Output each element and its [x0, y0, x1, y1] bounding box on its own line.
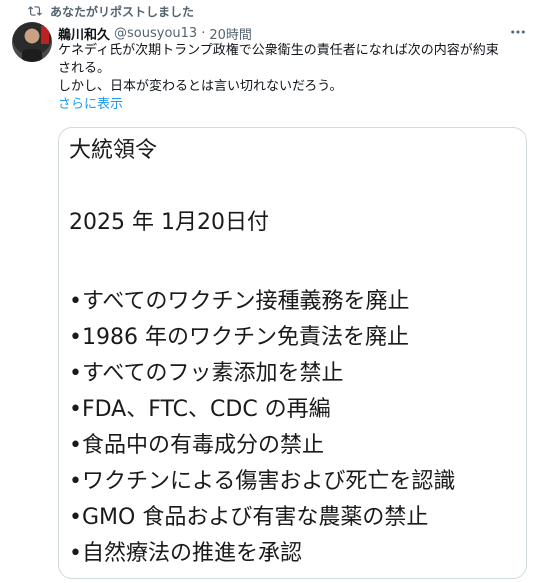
more-icon — [511, 30, 525, 34]
tweet-line: される。 — [58, 61, 111, 76]
tweet-line: ケネディ氏が次期トランプ政権で公衆衛生の責任者になれば次の内容が約束 — [58, 43, 499, 58]
tweet-header: 鵜川和久 @sousyou13 · 20時間 — [58, 24, 252, 43]
image-bullet: •FDA、FTC、CDC の再編 — [69, 397, 331, 422]
tweet-line: しかし、日本が変わるとは言い切れないだろう。 — [58, 79, 343, 94]
separator-dot: · — [201, 25, 206, 41]
image-bullet: •ワクチンによる傷害および死亡を認識 — [69, 469, 456, 494]
show-more-link[interactable]: さらに表示 — [58, 96, 528, 114]
image-bullet: •食品中の有毒成分の禁止 — [69, 433, 324, 458]
tweet-text: ケネディ氏が次期トランプ政権で公衆衛生の責任者になれば次の内容が約束 される。 … — [58, 42, 528, 114]
image-bullet: •すべてのワクチン接種義務を廃止 — [69, 289, 410, 314]
image-date: 2025 年 1月20日付 — [69, 210, 269, 235]
author-handle[interactable]: @sousyou13 — [114, 26, 197, 41]
avatar[interactable] — [12, 22, 52, 62]
repost-indicator[interactable]: あなたがリポストしました — [28, 1, 194, 21]
image-bullet: •すべてのフッ素添加を禁止 — [69, 361, 344, 386]
tweet-time[interactable]: 20時間 — [209, 24, 252, 43]
attached-image[interactable]: 大統領令 2025 年 1月20日付 •すべてのワクチン接種義務を廃止 •198… — [58, 127, 527, 579]
image-title: 大統領令 — [69, 138, 158, 163]
author-name[interactable]: 鵜川和久 — [58, 24, 110, 43]
image-bullet: •GMO 食品および有害な農薬の禁止 — [69, 505, 429, 530]
image-bullet: •1986 年のワクチン免責法を廃止 — [69, 325, 409, 350]
repost-label: あなたがリポストしました — [50, 4, 195, 19]
more-options-button[interactable] — [506, 22, 530, 42]
repost-icon — [28, 6, 42, 16]
image-bullet: •自然療法の推進を承認 — [69, 541, 302, 566]
